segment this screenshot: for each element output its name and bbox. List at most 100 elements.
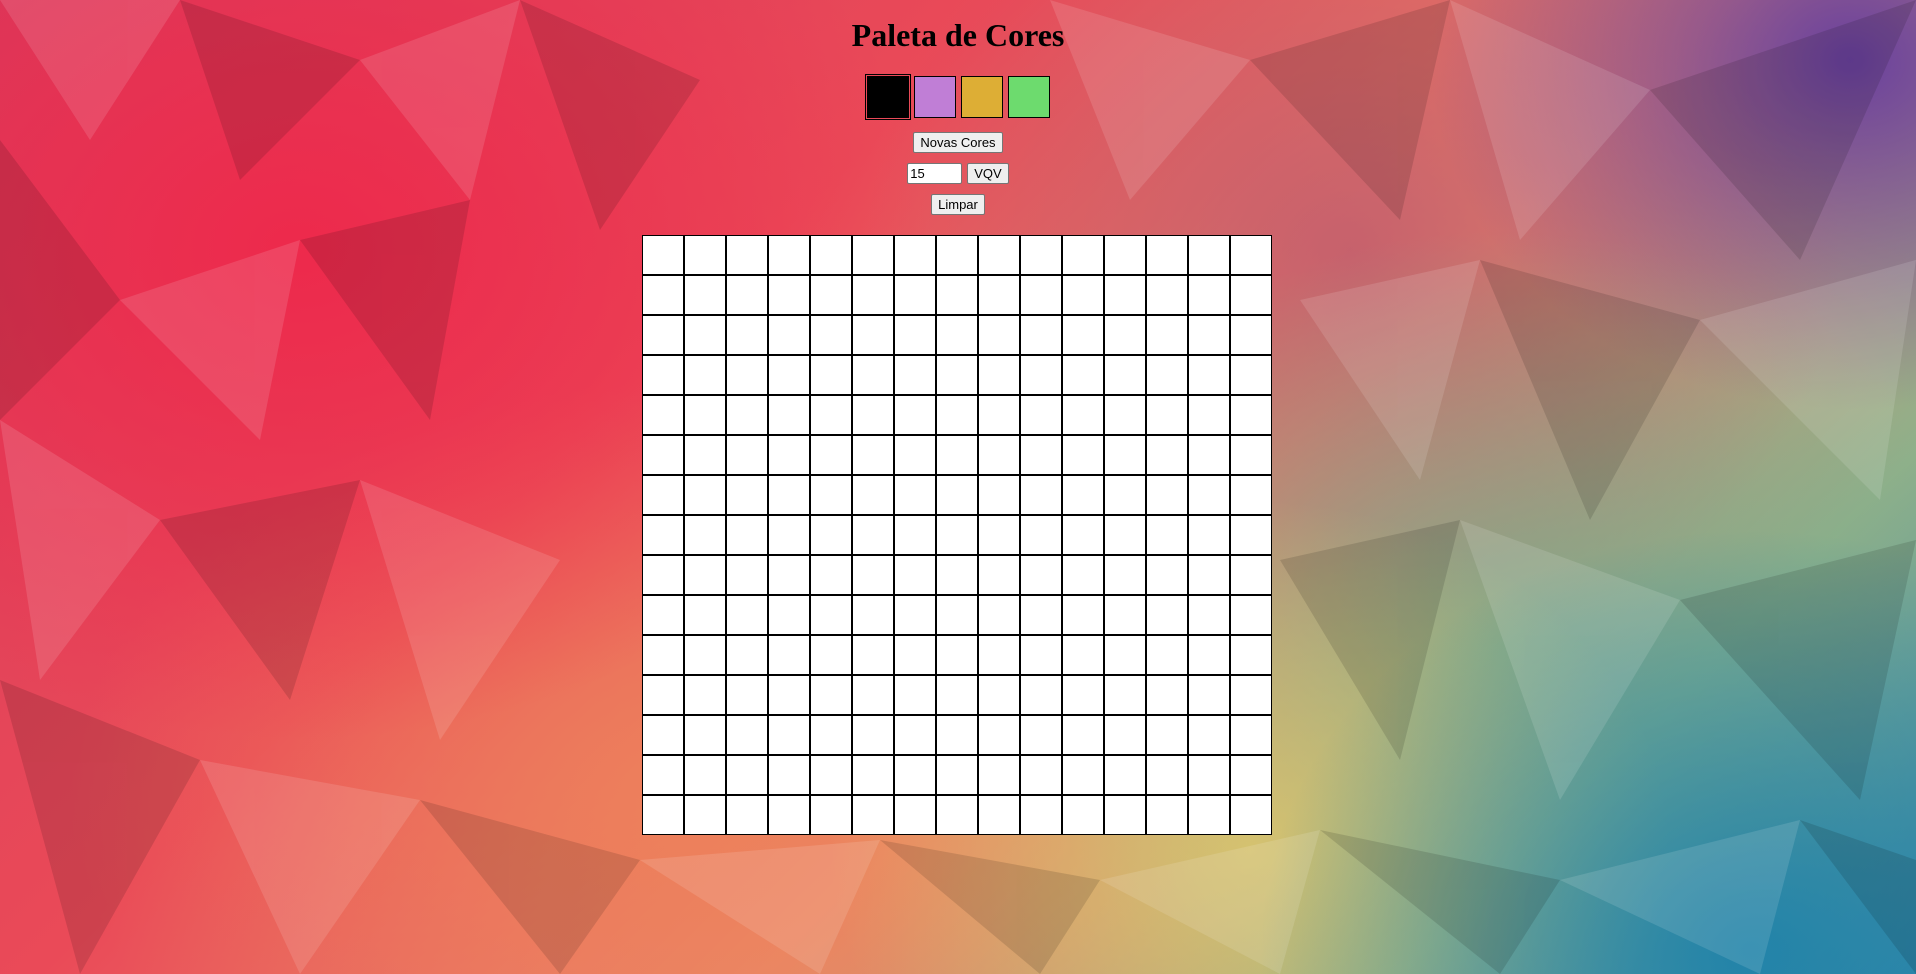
pixel[interactable]	[895, 316, 935, 354]
pixel[interactable]	[853, 556, 893, 594]
pixel[interactable]	[1063, 316, 1103, 354]
pixel[interactable]	[895, 556, 935, 594]
pixel[interactable]	[1105, 236, 1145, 274]
pixel[interactable]	[685, 436, 725, 474]
pixel[interactable]	[769, 436, 809, 474]
pixel[interactable]	[853, 276, 893, 314]
pixel[interactable]	[1105, 676, 1145, 714]
pixel[interactable]	[727, 796, 767, 834]
pixel[interactable]	[769, 756, 809, 794]
pixel[interactable]	[1189, 556, 1229, 594]
pixel[interactable]	[1231, 716, 1271, 754]
pixel[interactable]	[1147, 316, 1187, 354]
pixel[interactable]	[1147, 396, 1187, 434]
pixel[interactable]	[937, 436, 977, 474]
pixel[interactable]	[811, 236, 851, 274]
pixel[interactable]	[979, 716, 1019, 754]
pixel[interactable]	[895, 356, 935, 394]
pixel[interactable]	[1105, 756, 1145, 794]
pixel[interactable]	[769, 316, 809, 354]
pixel[interactable]	[811, 316, 851, 354]
pixel[interactable]	[769, 596, 809, 634]
pixel[interactable]	[811, 796, 851, 834]
pixel[interactable]	[811, 436, 851, 474]
pixel[interactable]	[937, 316, 977, 354]
pixel[interactable]	[811, 396, 851, 434]
palette-color-purple[interactable]	[913, 76, 956, 118]
pixel[interactable]	[769, 236, 809, 274]
pixel[interactable]	[811, 556, 851, 594]
pixel[interactable]	[769, 356, 809, 394]
pixel[interactable]	[853, 676, 893, 714]
pixel[interactable]	[1063, 476, 1103, 514]
pixel[interactable]	[1147, 636, 1187, 674]
pixel[interactable]	[1105, 316, 1145, 354]
pixel[interactable]	[643, 796, 683, 834]
pixel[interactable]	[895, 596, 935, 634]
pixel[interactable]	[685, 796, 725, 834]
pixel[interactable]	[1189, 596, 1229, 634]
board-size-input[interactable]	[907, 163, 963, 184]
pixel[interactable]	[811, 596, 851, 634]
pixel[interactable]	[1189, 316, 1229, 354]
pixel[interactable]	[1105, 396, 1145, 434]
pixel[interactable]	[685, 676, 725, 714]
pixel[interactable]	[1021, 476, 1061, 514]
pixel[interactable]	[1189, 276, 1229, 314]
pixel[interactable]	[937, 596, 977, 634]
pixel[interactable]	[1021, 716, 1061, 754]
pixel[interactable]	[937, 636, 977, 674]
random-colors-button[interactable]: Novas Cores	[913, 132, 1003, 153]
pixel[interactable]	[1063, 276, 1103, 314]
pixel[interactable]	[727, 436, 767, 474]
pixel[interactable]	[1189, 356, 1229, 394]
pixel[interactable]	[853, 316, 893, 354]
pixel[interactable]	[1231, 236, 1271, 274]
pixel[interactable]	[1231, 316, 1271, 354]
pixel[interactable]	[1231, 796, 1271, 834]
pixel[interactable]	[979, 796, 1019, 834]
pixel[interactable]	[1063, 796, 1103, 834]
pixel[interactable]	[1105, 556, 1145, 594]
pixel[interactable]	[727, 476, 767, 514]
pixel[interactable]	[1231, 396, 1271, 434]
pixel[interactable]	[643, 716, 683, 754]
pixel[interactable]	[1021, 436, 1061, 474]
pixel[interactable]	[1063, 396, 1103, 434]
pixel[interactable]	[979, 636, 1019, 674]
pixel[interactable]	[1147, 476, 1187, 514]
pixel[interactable]	[1231, 476, 1271, 514]
pixel[interactable]	[1189, 796, 1229, 834]
pixel[interactable]	[937, 676, 977, 714]
pixel[interactable]	[895, 676, 935, 714]
pixel[interactable]	[1189, 636, 1229, 674]
pixel[interactable]	[769, 396, 809, 434]
pixel[interactable]	[643, 636, 683, 674]
pixel[interactable]	[1063, 236, 1103, 274]
pixel[interactable]	[1189, 676, 1229, 714]
pixel[interactable]	[1189, 436, 1229, 474]
pixel[interactable]	[1105, 436, 1145, 474]
pixel[interactable]	[769, 636, 809, 674]
pixel[interactable]	[1147, 716, 1187, 754]
pixel[interactable]	[1021, 636, 1061, 674]
pixel[interactable]	[1147, 356, 1187, 394]
pixel[interactable]	[1231, 676, 1271, 714]
pixel[interactable]	[895, 756, 935, 794]
pixel[interactable]	[1147, 756, 1187, 794]
pixel[interactable]	[895, 276, 935, 314]
pixel[interactable]	[727, 756, 767, 794]
pixel[interactable]	[685, 316, 725, 354]
pixel[interactable]	[1021, 796, 1061, 834]
pixel[interactable]	[937, 476, 977, 514]
pixel[interactable]	[853, 756, 893, 794]
pixel[interactable]	[853, 636, 893, 674]
pixel[interactable]	[811, 516, 851, 554]
pixel[interactable]	[727, 396, 767, 434]
pixel[interactable]	[1063, 716, 1103, 754]
pixel[interactable]	[1105, 356, 1145, 394]
pixel[interactable]	[1021, 236, 1061, 274]
pixel[interactable]	[727, 556, 767, 594]
pixel[interactable]	[769, 516, 809, 554]
pixel[interactable]	[811, 276, 851, 314]
